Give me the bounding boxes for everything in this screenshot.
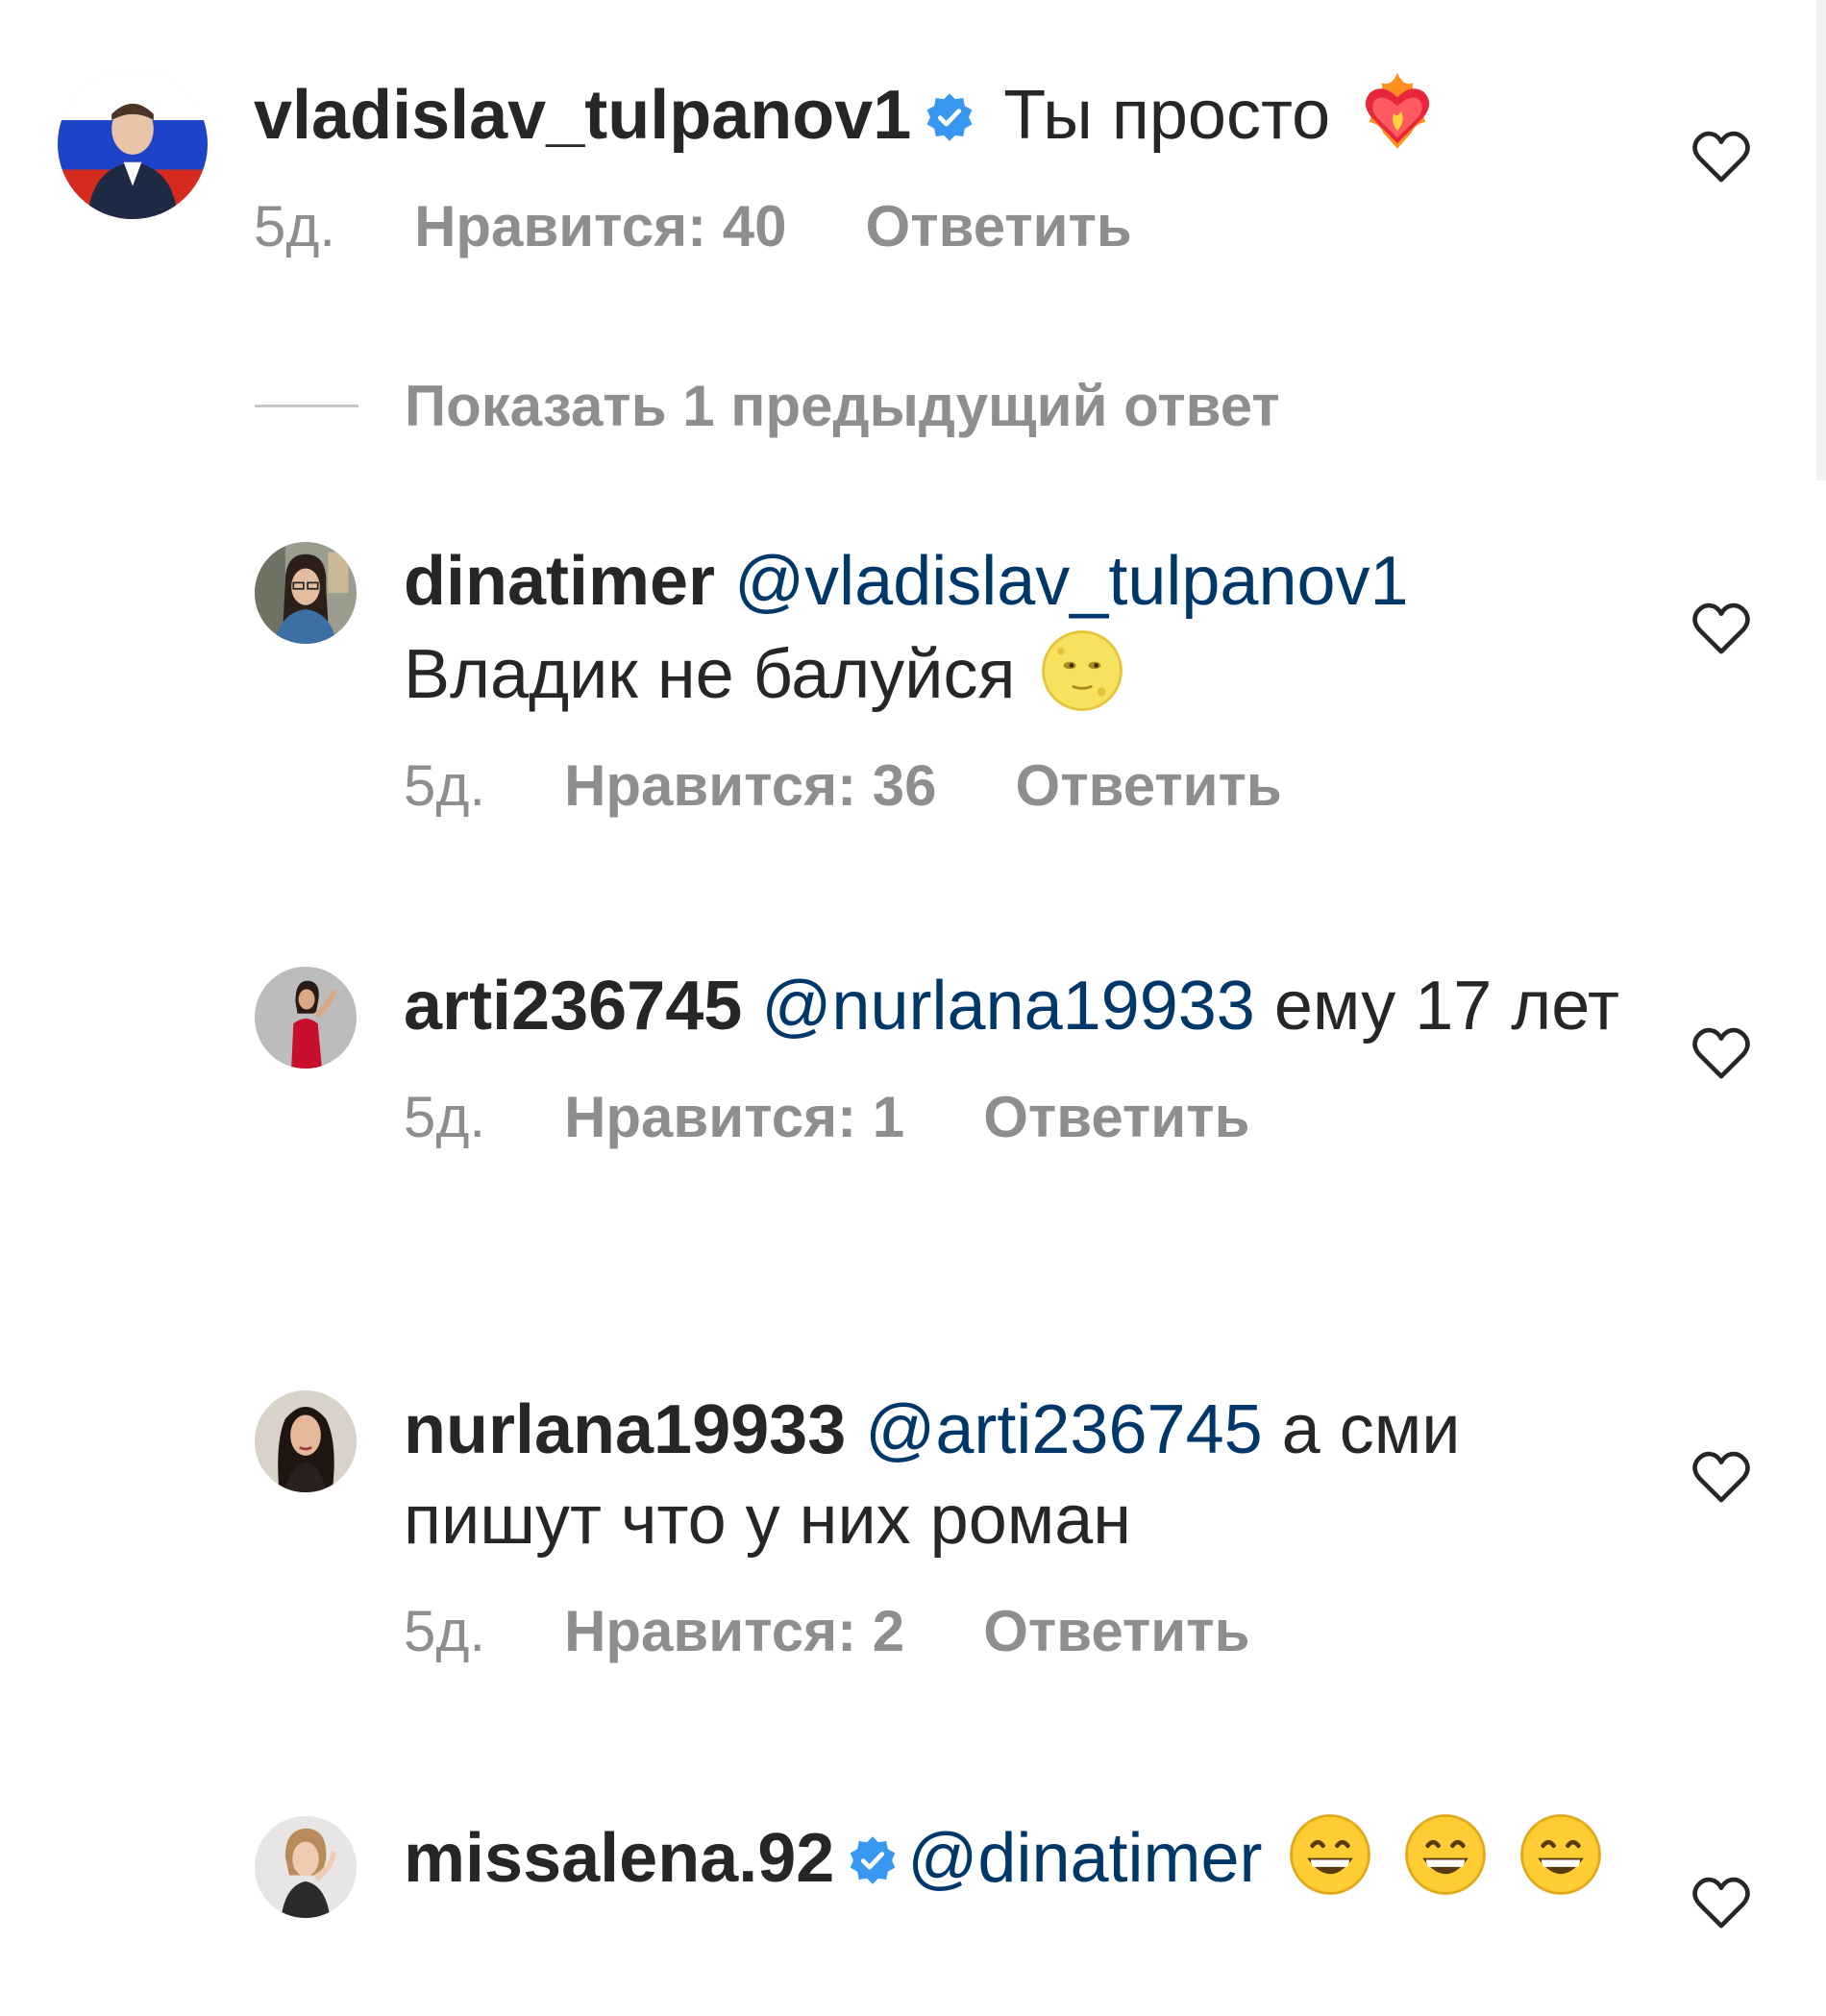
avatar[interactable] [255,1816,357,1918]
comment-body: missalena.92 @dinatimer [404,1810,1634,1904]
comment-time: 5д. [404,753,486,818]
comment-content: Владик не балуйся [404,636,1016,713]
comment-text: nurlana19933 @arti236745 а сми пишут что… [404,1385,1634,1565]
comment-likes[interactable]: Нравится: 36 [564,753,936,818]
comment-body: vladislav_tulpanov1 Ты просто 5д. Нравитс… [254,67,1634,260]
grinning-face-icon [1401,1810,1490,1899]
heart-outline-icon[interactable] [1691,130,1751,184]
comment-likes[interactable]: Нравится: 40 [414,194,786,258]
comment-time: 5д. [404,1599,486,1663]
heart-outline-icon[interactable] [1691,1026,1751,1080]
avatar[interactable] [255,542,357,644]
avatar-russian-flag-icon [58,69,208,219]
avatar[interactable] [58,69,208,219]
comment-text: dinatimer @vladislav_tulpanov1 Владик не… [404,536,1634,720]
comment-mention[interactable]: @nurlana19933 [761,968,1255,1045]
avatar-woman-dark-hair-icon [255,1390,357,1492]
comment-meta: 5д. Нравится: 1 Ответить [404,1084,1634,1151]
avatar-woman-red-dress-icon [255,967,357,1069]
avatar[interactable] [255,967,357,1069]
grinning-face-icon [1286,1810,1374,1899]
heart-outline-icon[interactable] [1691,1876,1751,1930]
comment-likes[interactable]: Нравится: 2 [564,1599,904,1663]
show-previous-replies[interactable]: Показать 1 предыдущий ответ [255,367,1280,444]
comments-list: vladislav_tulpanov1 Ты просто 5д. Нравитс… [0,0,1826,2016]
comment-username[interactable]: nurlana19933 [404,1391,846,1468]
moon-face-icon [1038,627,1126,715]
comment-text: vladislav_tulpanov1 Ты просто [254,67,1634,160]
comment-time: 5д. [404,1085,486,1149]
show-previous-label[interactable]: Показать 1 предыдущий ответ [405,373,1280,439]
comment-username[interactable]: arti236745 [404,968,742,1045]
heart-outline-icon[interactable] [1691,602,1751,655]
comment-meta: 5д. Нравится: 40 Ответить [254,193,1634,260]
grinning-face-icon [1517,1810,1605,1899]
comment-mention[interactable]: @arti236745 [865,1391,1262,1468]
verified-badge-icon [848,1835,898,1885]
reply-button[interactable]: Ответить [983,1085,1249,1149]
heart-on-fire-icon [1353,67,1442,156]
comment-mention[interactable]: @dinatimer [907,1820,1262,1897]
reply-button[interactable]: Ответить [866,194,1132,258]
avatar-woman-light-icon [255,1816,357,1918]
avatar[interactable] [255,1390,357,1492]
comment-meta: 5д. Нравится: 36 Ответить [404,752,1634,820]
avatar-woman-glasses-icon [255,542,357,644]
verified-badge-icon [925,92,975,142]
comment-body: arti236745 @nurlana19933 ему 17 лет 5д. Н… [404,961,1634,1151]
comment-content: ему 17 лет [1273,968,1619,1045]
reply-button[interactable]: Ответить [983,1599,1249,1663]
heart-outline-icon[interactable] [1691,1450,1751,1504]
comment-username[interactable]: vladislav_tulpanov1 [254,77,911,154]
divider-line [255,404,358,407]
comment-text: arti236745 @nurlana19933 ему 17 лет [404,961,1634,1051]
scrollbar[interactable] [1816,0,1826,480]
reply-button[interactable]: Ответить [1016,753,1282,818]
comment-time: 5д. [254,194,336,258]
comment-meta: 5д. Нравится: 2 Ответить [404,1598,1634,1665]
comment-likes[interactable]: Нравится: 1 [564,1085,904,1149]
comment-mention[interactable]: @vladislav_tulpanov1 [734,543,1409,620]
comment-username[interactable]: dinatimer [404,543,715,620]
comment-body: nurlana19933 @arti236745 а сми пишут что… [404,1385,1634,1665]
comment-content: Ты просто [1003,77,1331,154]
comment-username[interactable]: missalena.92 [404,1820,834,1897]
comment-body: dinatimer @vladislav_tulpanov1 Владик не… [404,536,1634,820]
comment-text: missalena.92 @dinatimer [404,1810,1634,1904]
